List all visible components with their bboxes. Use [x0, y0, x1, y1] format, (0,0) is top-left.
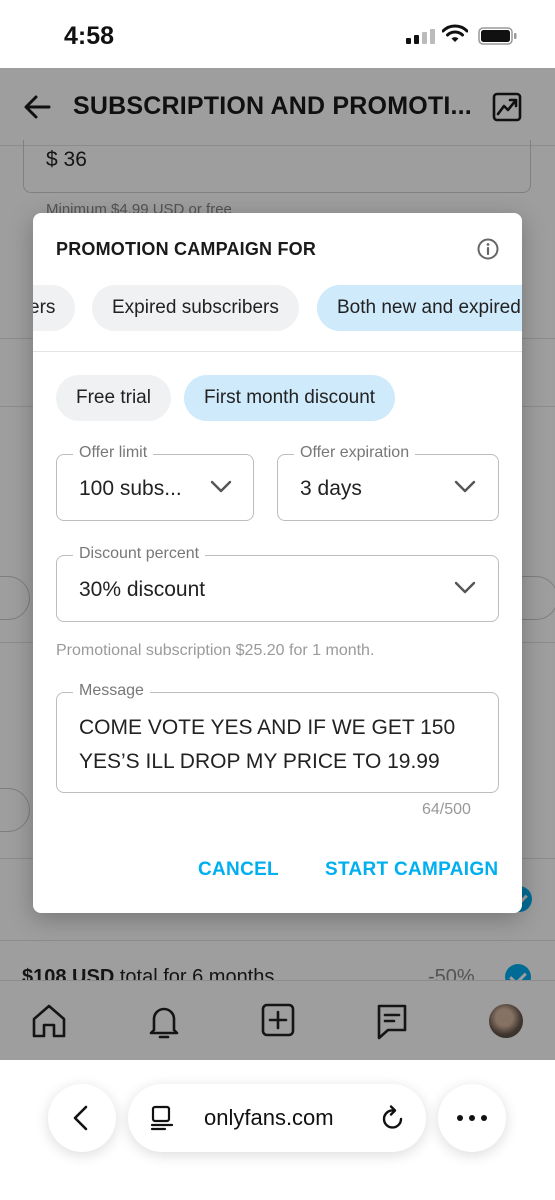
discount-percent-value: 30% discount — [79, 578, 206, 601]
chip-expired-subscribers[interactable]: Expired subscribers — [92, 285, 299, 331]
offer-limit-select[interactable]: Offer limit 100 subs... — [56, 444, 254, 521]
reader-icon[interactable] — [150, 1105, 174, 1131]
offer-limit-label: Offer limit — [73, 444, 154, 462]
cancel-button[interactable]: CANCEL — [198, 859, 279, 881]
chevron-down-icon — [454, 480, 476, 493]
reload-icon[interactable] — [380, 1104, 406, 1132]
divider — [33, 351, 522, 352]
status-time: 4:58 — [64, 22, 115, 50]
offer-expiration-select[interactable]: Offer expiration 3 days — [277, 444, 499, 521]
status-bar: 4:58 — [0, 0, 555, 68]
message-textarea[interactable]: Message COME VOTE YES AND IF WE GET 150 … — [56, 682, 499, 793]
wifi-icon — [442, 24, 468, 42]
discount-percent-select[interactable]: Discount percent 30% discount — [56, 545, 499, 622]
more-icon — [457, 1115, 487, 1121]
offer-expiration-label: Offer expiration — [294, 444, 416, 462]
battery-icon — [478, 27, 517, 45]
chevron-down-icon — [210, 480, 232, 493]
chip-first-month-discount[interactable]: First month discount — [184, 375, 396, 421]
browser-back-button[interactable] — [48, 1084, 116, 1152]
chevron-down-icon — [454, 581, 476, 594]
offer-expiration-value: 3 days — [300, 477, 362, 500]
address-bar[interactable]: onlyfans.com — [128, 1084, 426, 1152]
chip-free-trial[interactable]: Free trial — [56, 375, 171, 421]
chip-both-new-and-expired[interactable]: Both new and expired subscribers — [317, 285, 522, 331]
chip-new-subscribers[interactable]: New subscribers — [33, 285, 76, 331]
promo-summary: Promotional subscription $25.20 for 1 mo… — [56, 642, 375, 659]
cellular-signal-icon — [406, 29, 435, 44]
offer-limit-value: 100 subs... — [79, 477, 182, 500]
message-value: COME VOTE YES AND IF WE GET 150 YES’S IL… — [79, 716, 456, 773]
promotion-campaign-dialog: PROMOTION CAMPAIGN FOR New subscribers E… — [33, 213, 522, 913]
message-char-counter: 64/500 — [422, 801, 471, 818]
info-icon[interactable] — [476, 237, 500, 261]
url-text: onlyfans.com — [204, 1105, 334, 1130]
message-label: Message — [73, 682, 150, 700]
more-button[interactable] — [438, 1084, 506, 1152]
dialog-title: PROMOTION CAMPAIGN FOR — [56, 239, 317, 259]
discount-percent-label: Discount percent — [73, 545, 206, 563]
browser-toolbar: onlyfans.com — [0, 1060, 555, 1200]
audience-chips: New subscribers Expired subscribers Both… — [33, 283, 522, 333]
chevron-left-icon — [73, 1105, 88, 1131]
start-campaign-button[interactable]: START CAMPAIGN — [325, 859, 498, 881]
